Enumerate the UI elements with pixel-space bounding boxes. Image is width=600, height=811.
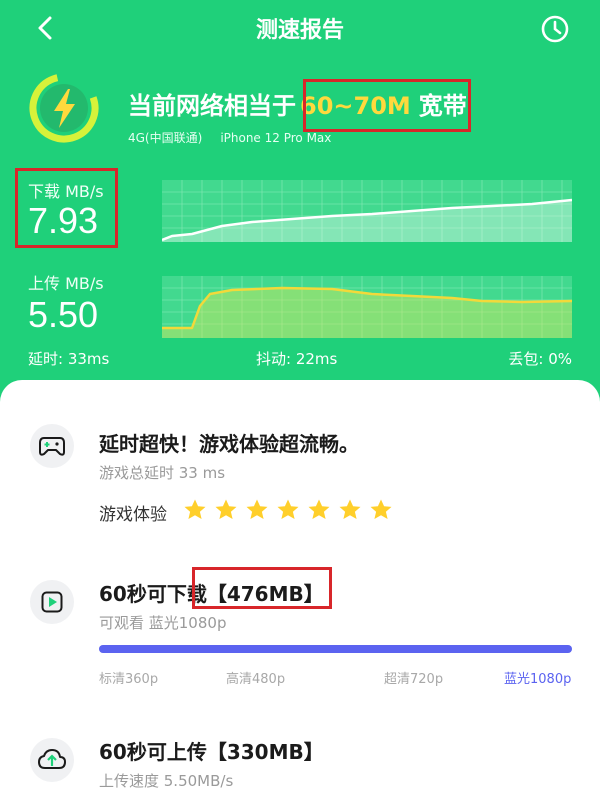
upload-60s-title: 60秒可上传【330MB】 bbox=[99, 740, 324, 764]
cloud-upload-icon bbox=[38, 749, 66, 769]
upload-value: 5.50 bbox=[28, 294, 99, 335]
star-icon bbox=[308, 499, 330, 519]
range-highlight-box bbox=[303, 79, 471, 132]
download-60s-subtitle: 可观看 蓝光1080p bbox=[99, 614, 227, 632]
quality-label-1080p: 蓝光1080p bbox=[504, 672, 572, 687]
star-icon bbox=[184, 499, 206, 519]
gaming-title: 延时超快！游戏体验超流畅。 bbox=[99, 432, 359, 456]
results-card: 延时超快！游戏体验超流畅。 游戏总延时 33 ms 游戏体验 60秒可下载【47… bbox=[0, 380, 600, 811]
upload-icon-circle bbox=[30, 738, 74, 782]
quality-progress-fill bbox=[99, 645, 572, 653]
gaming-latency: 游戏总延时 33 ms bbox=[99, 464, 226, 482]
download-60s-prefix: 60秒可下载 bbox=[99, 582, 207, 606]
network-prefix: 当前网络相当于 bbox=[128, 92, 296, 120]
speed-test-header: 测速报告 当前网络相当于 60~70M 宽带 4G(中国联通) iPhone 12 P… bbox=[0, 0, 600, 380]
device-model: iPhone 12 Pro Max bbox=[220, 131, 332, 145]
upload-label: 上传 MB/s bbox=[28, 274, 104, 293]
star-icon bbox=[215, 499, 237, 519]
quality-label-480p: 高清480p bbox=[226, 672, 286, 687]
upload-60s-subtitle: 上传速度 5.50MB/s bbox=[99, 772, 234, 790]
top-bar: 测速报告 bbox=[0, 8, 600, 48]
game-experience-label: 游戏体验 bbox=[99, 505, 167, 525]
history-clock-icon[interactable] bbox=[540, 14, 570, 44]
star-icon bbox=[339, 499, 361, 519]
gaming-icon-circle bbox=[30, 424, 74, 468]
download-icon-circle bbox=[30, 580, 74, 624]
network-stats: 延时: 33ms 抖动: 22ms 丢包: 0% bbox=[28, 348, 572, 370]
download-highlight-box bbox=[15, 168, 118, 248]
download-speed-graph bbox=[162, 180, 572, 242]
page-title: 测速报告 bbox=[255, 18, 344, 43]
quality-progress-track bbox=[99, 645, 572, 653]
star-icon bbox=[370, 499, 392, 519]
network-type: 4G(中国联通) bbox=[128, 131, 203, 145]
quality-label-720p: 超清720p bbox=[384, 672, 444, 687]
star-icon bbox=[277, 499, 299, 519]
star-icon bbox=[246, 499, 268, 519]
packet-loss-stat: 丢包: 0% bbox=[508, 350, 572, 368]
jitter-stat: 抖动: 22ms bbox=[256, 350, 338, 368]
quality-label-360p: 标清360p bbox=[99, 672, 159, 687]
amount-highlight-box bbox=[192, 567, 332, 609]
latency-stat: 延时: 33ms bbox=[28, 350, 110, 368]
play-video-icon bbox=[41, 591, 63, 613]
lightning-bolt-icon bbox=[29, 73, 99, 143]
upload-speed-graph bbox=[162, 276, 572, 338]
gamepad-icon bbox=[39, 437, 65, 456]
device-info: 4G(中国联通) iPhone 12 Pro Max bbox=[128, 129, 331, 146]
